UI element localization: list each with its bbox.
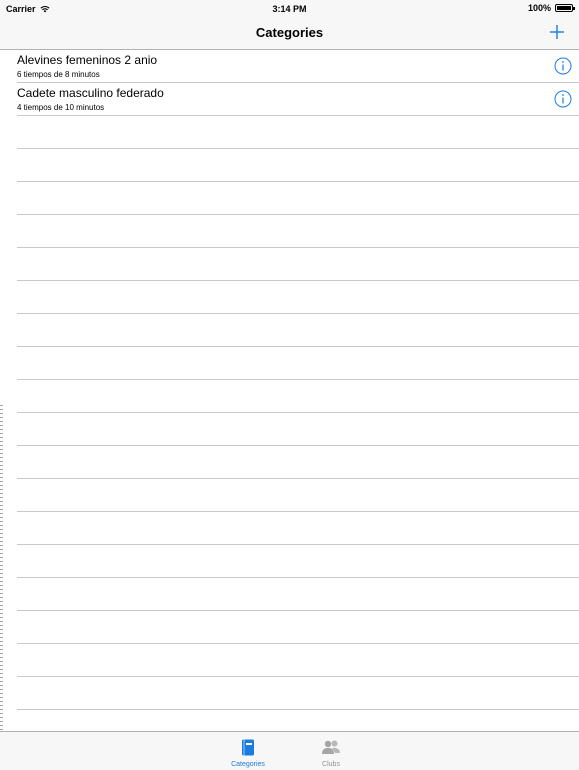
battery-indicator: 100% [527,3,575,13]
empty-row-separator [17,116,579,149]
page-title: Categories [255,25,324,40]
empty-row-separator [17,281,579,314]
tab-bar: Categories Clubs [0,731,579,770]
categories-table[interactable]: Alevines femeninos 2 anio 6 tiempos de 8… [0,50,579,731]
category-row[interactable]: Alevines femeninos 2 anio 6 tiempos de 8… [17,50,579,83]
empty-row-separator [17,611,579,644]
empty-row-separator [17,215,579,248]
plus-icon [550,25,564,39]
empty-row-separator [17,479,579,512]
category-subtitle: 4 tiempos de 10 minutos [17,103,105,112]
info-icon[interactable] [554,90,572,108]
tab-label: Categories [231,761,265,768]
add-category-button[interactable] [547,22,567,42]
tab-label: Clubs [322,761,340,768]
empty-row-separator [17,413,579,446]
battery-fill [557,6,571,10]
empty-row-separator [17,380,579,413]
category-title: Cadete masculino federado [17,86,164,100]
tab-categories[interactable]: Categories [208,736,288,768]
book-icon [242,739,254,755]
empty-row-separator [17,149,579,182]
battery-percent: 100% [527,3,551,13]
empty-row-separator [17,644,579,677]
category-subtitle: 6 tiempos de 8 minutos [17,70,100,79]
background-edge [0,405,3,731]
empty-row-separator [17,314,579,347]
status-bar: Carrier 3:14 PM 100% [0,0,579,17]
tab-clubs[interactable]: Clubs [291,736,371,768]
empty-row-separator [17,182,579,215]
battery-icon [555,4,575,12]
category-row[interactable]: Cadete masculino federado 4 tiempos de 1… [17,83,579,116]
navigation-bar: Categories [0,17,579,50]
empty-row-separator [17,512,579,545]
battery-nub [573,7,575,10]
empty-row-separator [17,446,579,479]
empty-row-separator [17,578,579,611]
status-time: 3:14 PM [272,4,307,14]
empty-row-separator [17,248,579,281]
empty-row-separator [17,347,579,380]
empty-row-separator [17,710,579,731]
category-title: Alevines femeninos 2 anio [17,53,158,67]
people-icon [322,740,340,754]
info-icon[interactable] [554,57,572,75]
empty-row-separator [17,677,579,710]
empty-row-separator [17,545,579,578]
